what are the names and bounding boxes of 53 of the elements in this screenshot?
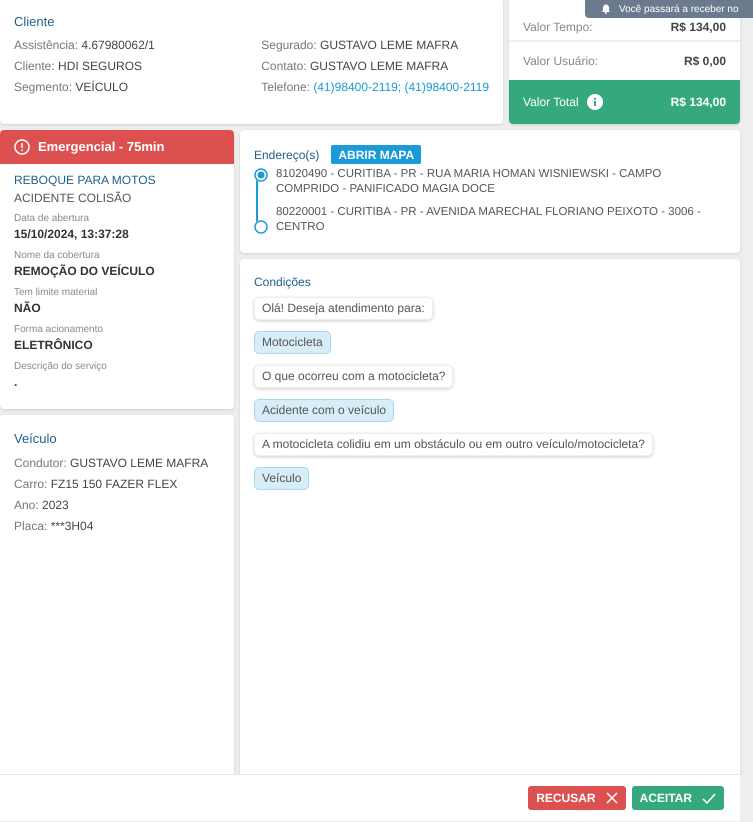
info-line: Segmento: VEÍCULO (14, 78, 130, 96)
banner-text: Emergencial - 75min (38, 138, 164, 156)
info-line: Segurado: GUSTAVO LEME MAFRA (261, 36, 460, 54)
answer-bubble: Veículo (254, 467, 310, 490)
field-label: Forma acionamento (14, 323, 104, 336)
alert-icon (14, 139, 30, 155)
address-text: 81020490 - CURITIBA - PR - RUA MARIA HOMAN WISNIEWSKI - CAMPO COMPRIDO - PANIFICADO MAGIA DOCE (276, 167, 662, 197)
service-subtitle: ACIDENTE COLISÃO (14, 190, 132, 207)
field-value: REMOÇÃO DO VEÍCULO (14, 263, 156, 280)
field-label: Nome da cobertura (14, 249, 101, 262)
total-label: Valor Total (523, 94, 579, 111)
section-title: Cliente (14, 13, 56, 31)
check-icon (702, 792, 716, 804)
answer-bubble: Motocicleta (254, 331, 331, 354)
accept-button[interactable]: ACEITAR (632, 786, 724, 810)
address-text: 80220001 - CURITIBA - PR - AVENIDA MARECHAL FLORIANO PEIXOTO - 3006 - CENTRO (276, 205, 702, 235)
toast-text: Você passará a receber no (619, 2, 739, 16)
question-bubble: O que ocorreu com a motocicleta? (254, 365, 454, 388)
field-value: 15/10/2024, 13:37:28 (14, 226, 130, 243)
section-title: Condições (254, 274, 312, 291)
info-line: Assistência: 4.67980062/1 (14, 36, 156, 54)
info-label: Telefone: (261, 80, 310, 94)
value-amount: R$ 134,00 (670, 19, 726, 36)
field-value: . (14, 374, 18, 391)
value-label: Valor Usuário: (523, 53, 598, 70)
field-value: NÃO (14, 300, 42, 317)
close-icon (606, 792, 618, 804)
field-label: Data de abertura (14, 212, 90, 225)
value-amount: R$ 0,00 (684, 53, 726, 70)
info-line: Carro: FZ15 150 FAZER FLEX (14, 476, 178, 492)
reject-button[interactable]: RECUSAR (528, 786, 626, 810)
section-title: Veículo (14, 430, 58, 448)
value-label: Valor Tempo: (523, 19, 593, 36)
info-line: Cliente: HDI SEGUROS (14, 58, 144, 74)
bell-icon (601, 4, 611, 14)
destination-marker (254, 220, 268, 234)
section-title: Endereço(s) (254, 146, 320, 164)
answer-bubble: Acidente com o veículo (254, 399, 394, 422)
question-bubble: A motocicleta colidiu em um obstáculo ou em outro veículo/motocicleta? (254, 433, 653, 456)
phone-link[interactable]: (41)98400-2119; (41)98400-2119 (313, 80, 489, 94)
field-label: Tem limite material (14, 286, 98, 299)
info-icon[interactable] (586, 94, 603, 110)
total-amount: R$ 134,00 (670, 94, 726, 111)
origin-marker (254, 168, 268, 182)
info-line: Placa: ***3H04 (14, 518, 94, 534)
service-title: REBOQUE PARA MOTOS (14, 172, 157, 189)
open-map-button[interactable]: ABRIR MAPA (331, 145, 422, 164)
info-line: Condutor: GUSTAVO LEME MAFRA (14, 454, 210, 472)
info-line: Ano: 2023 (14, 496, 70, 514)
info-line: Contato: GUSTAVO LEME MAFRA (261, 58, 450, 74)
field-label: Descrição do serviço (14, 360, 108, 373)
field-value: ELETRÔNICO (14, 337, 94, 354)
question-bubble: Olá! Deseja atendimento para: (254, 297, 433, 320)
